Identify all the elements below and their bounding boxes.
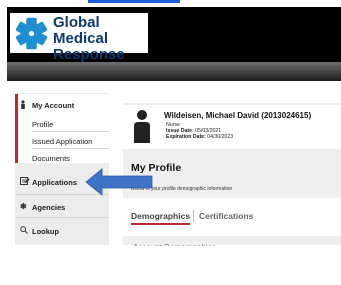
sidebar-item-label: Profile	[32, 120, 54, 129]
expiration-date-value: 04/30/2023	[207, 134, 234, 140]
expiration-date-label: Expiration Date:	[166, 134, 206, 140]
section-heading: Account Demographics	[133, 243, 216, 246]
brand-name-line2: Response	[53, 46, 125, 63]
profile-card: Wildeisen, Michael David (2013024615) Nu…	[123, 105, 341, 149]
profile-expiration-date: Expiration Date: 04/30/2023	[166, 134, 233, 140]
avatar	[134, 110, 150, 143]
divider	[32, 131, 109, 132]
left-arrow-icon	[85, 168, 153, 196]
sidebar-item-label: Issued Application	[32, 137, 93, 146]
divider	[32, 148, 109, 149]
brand-logo[interactable]: Global Medical Response	[10, 13, 148, 63]
star-of-life-icon	[15, 17, 48, 50]
brand-name: Global Medical Response	[53, 15, 148, 63]
tab-divider	[193, 210, 194, 222]
navigation-bar	[7, 62, 341, 81]
top-link-underline[interactable]	[88, 0, 180, 3]
person-icon	[20, 100, 26, 111]
sidebar-item-label: Lookup	[32, 227, 60, 236]
screenshot-frame: Global Medical Response My Account Profi…	[0, 0, 341, 285]
sidebar-item-label: Applications	[32, 178, 78, 187]
sidebar-item-label: Agencies	[32, 203, 66, 212]
tab-demographics[interactable]: Demographics	[131, 211, 190, 221]
sidebar-item-label: Documents	[32, 154, 70, 163]
sidebar-item-label: My Account	[32, 101, 75, 110]
divider	[15, 217, 109, 218]
application-icon	[20, 177, 30, 187]
search-icon	[20, 226, 28, 236]
tab-certifications[interactable]: Certifications	[199, 211, 253, 221]
active-tab-indicator	[131, 223, 190, 225]
profile-name: Wildeisen, Michael David (2013024615)	[164, 111, 312, 120]
brand-name-line1: Global Medical	[53, 14, 109, 47]
gear-icon: ✱	[20, 202, 27, 211]
